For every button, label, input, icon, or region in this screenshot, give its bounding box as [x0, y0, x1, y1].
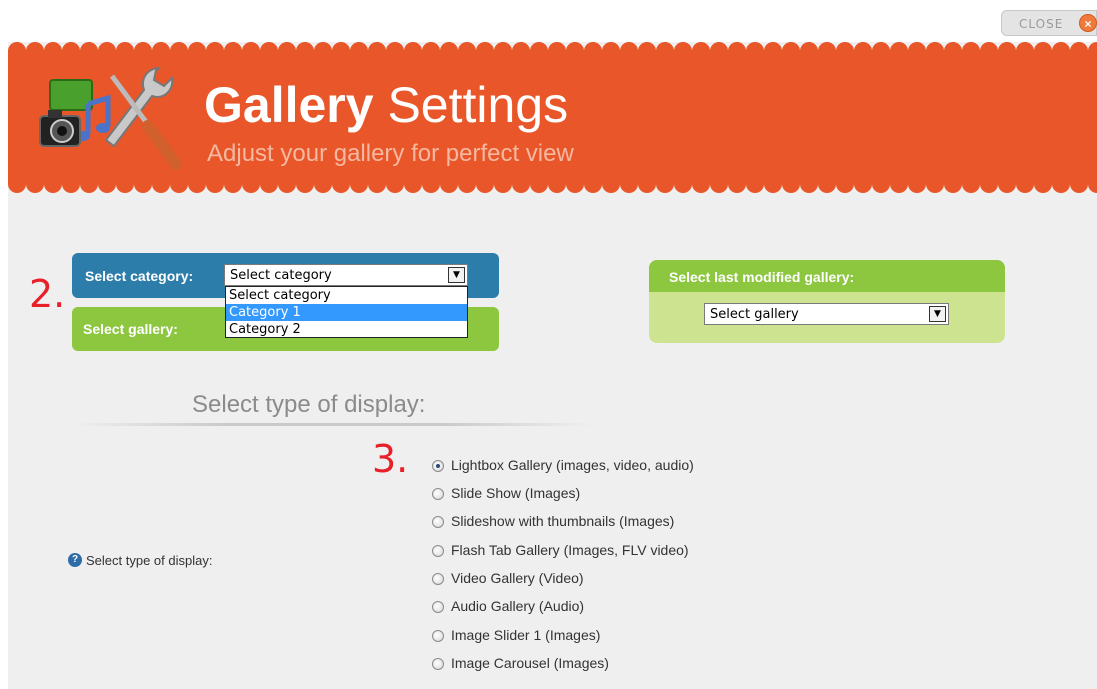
- radio-button[interactable]: [432, 573, 444, 585]
- display-type-label: Select type of display:: [86, 553, 213, 568]
- radio-button[interactable]: [432, 658, 444, 670]
- chevron-down-icon[interactable]: ▼: [448, 267, 465, 283]
- header-scallop-top: [8, 42, 1097, 56]
- category-select[interactable]: Select category ▼: [224, 264, 468, 286]
- dropdown-option-highlighted[interactable]: Category 1: [226, 304, 467, 321]
- category-dropdown-list[interactable]: Select category Category 1 Category 2: [225, 286, 468, 338]
- page-title: Gallery Settings: [204, 77, 569, 133]
- radio-button[interactable]: [432, 545, 444, 557]
- display-section-title: Select type of display:: [192, 391, 426, 418]
- dropdown-option[interactable]: Select category: [226, 287, 467, 304]
- dropdown-option[interactable]: Category 2: [226, 321, 467, 338]
- chevron-down-icon[interactable]: ▼: [929, 306, 946, 322]
- radio-button[interactable]: [432, 488, 444, 500]
- close-button[interactable]: CLOSE ×: [1001, 10, 1097, 36]
- close-label: CLOSE: [1019, 17, 1064, 31]
- gallery-label: Select gallery:: [83, 321, 178, 337]
- header-scallop-bottom: [8, 179, 1097, 193]
- radio-label[interactable]: Flash Tab Gallery (Images, FLV video): [451, 542, 689, 558]
- category-label: Select category:: [85, 268, 194, 284]
- step-marker-3: 3.: [372, 437, 409, 481]
- radio-button[interactable]: [432, 460, 444, 472]
- page-subtitle: Adjust your gallery for perfect view: [207, 140, 574, 167]
- radio-label[interactable]: Lightbox Gallery (images, video, audio): [451, 457, 694, 473]
- radio-label[interactable]: Slide Show (Images): [451, 485, 580, 501]
- step-marker-2: 2.: [29, 272, 66, 316]
- category-select-value: Select category: [230, 268, 332, 283]
- radio-button[interactable]: [432, 516, 444, 528]
- radio-label[interactable]: Video Gallery (Video): [451, 570, 584, 586]
- last-modified-header: Select last modified gallery:: [649, 260, 1005, 292]
- close-icon: ×: [1079, 14, 1097, 32]
- radio-label[interactable]: Image Slider 1 (Images): [451, 627, 600, 643]
- last-modified-select[interactable]: Select gallery ▼: [704, 303, 949, 325]
- radio-label[interactable]: Audio Gallery (Audio): [451, 598, 584, 614]
- last-modified-label: Select last modified gallery:: [669, 269, 855, 285]
- radio-label[interactable]: Image Carousel (Images): [451, 655, 609, 671]
- help-icon[interactable]: ?: [68, 553, 82, 567]
- section-divider: [72, 423, 594, 426]
- radio-label[interactable]: Slideshow with thumbnails (Images): [451, 513, 674, 529]
- radio-button[interactable]: [432, 601, 444, 613]
- last-modified-select-value: Select gallery: [710, 307, 799, 322]
- gallery-tools-icon: [39, 67, 182, 170]
- last-modified-box: Select last modified gallery:: [649, 260, 1005, 343]
- radio-button[interactable]: [432, 630, 444, 642]
